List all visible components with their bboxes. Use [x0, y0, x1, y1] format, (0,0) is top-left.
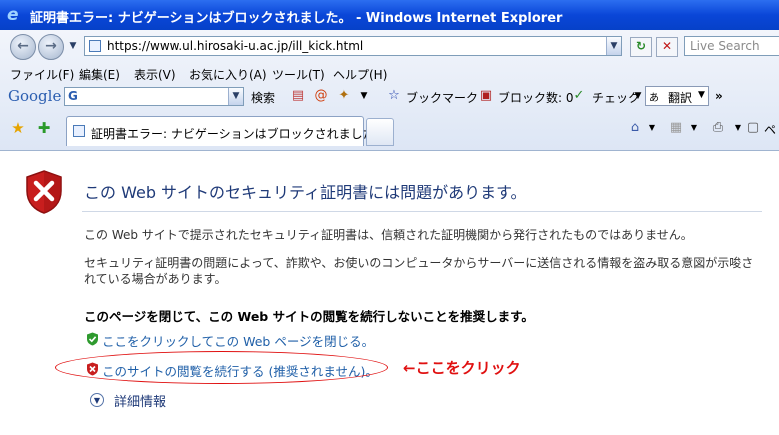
new-tab-button[interactable] — [366, 118, 394, 146]
google-toolbar: Google G ▼ 検索 ▤ @ ✦ ▼ ☆ ブックマーク ▣ ブロック数: … — [0, 84, 779, 110]
page-heading: この Web サイトのセキュリティ証明書には問題があります。 — [84, 183, 527, 202]
google-search-input[interactable]: G ▼ — [64, 87, 244, 106]
expand-chevron-icon[interactable]: ▼ — [90, 393, 104, 407]
warning-description: セキュリティ証明書の問題によって、詐欺や、お使いのコンピュータからサーバーに送信… — [84, 256, 754, 286]
google-search-dropdown-icon[interactable]: ▼ — [228, 88, 243, 105]
menu-help[interactable]: ヘルプ(H) — [333, 66, 387, 83]
window-title: 証明書エラー: ナビゲーションはブロックされました。 - Windows Int… — [30, 11, 563, 26]
spiral-icon[interactable]: @ — [313, 88, 329, 104]
page-menu-button[interactable]: ペ — [764, 121, 776, 138]
menu-favorites[interactable]: お気に入り(A) — [189, 66, 267, 83]
tab-page-icon — [73, 125, 85, 137]
stop-button[interactable]: ✕ — [656, 37, 678, 57]
google-g-icon: G — [68, 89, 78, 103]
google-logo: Google — [8, 87, 62, 105]
feeds-icon[interactable]: ▦ — [668, 120, 684, 136]
security-shield-icon — [26, 170, 62, 214]
tab-bar: ★ ✚ 証明書エラー: ナビゲーションはブロックされました。 ⌂ ▼ ▦ ▼ ⎙… — [0, 110, 779, 150]
green-shield-icon — [87, 332, 98, 346]
recommendation-text: このページを閉じて、この Web サイトの閲覧を続行しないことを推奨します。 — [84, 309, 534, 324]
translate-button[interactable]: あ 翻訳 ▼ — [645, 86, 709, 106]
star-icon[interactable]: ☆ — [386, 88, 402, 104]
menu-bar: ファイル(F) 編集(E) 表示(V) お気に入り(A) ツール(T) ヘルプ(… — [0, 64, 779, 84]
address-url: https://www.ul.hirosaki-u.ac.jp/ill_kick… — [107, 39, 364, 53]
puzzle-icon[interactable]: ✦ — [336, 88, 352, 104]
page-icon — [89, 40, 101, 52]
google-search-button[interactable]: 検索 — [251, 89, 275, 106]
translate-dropdown-icon: ▼ — [698, 90, 705, 100]
menu-view[interactable]: 表示(V) — [134, 66, 176, 83]
tab-title: 証明書エラー: ナビゲーションはブロックされました。 — [91, 127, 387, 141]
feeds-dropdown-icon[interactable]: ▼ — [686, 120, 702, 136]
page-content: この Web サイトのセキュリティ証明書には問題があります。 この Web サイ… — [0, 150, 779, 435]
toolbar-more-button[interactable]: » — [715, 89, 723, 103]
home-icon[interactable]: ⌂ — [627, 120, 643, 136]
favorites-star-icon[interactable]: ★ — [10, 120, 26, 136]
menu-edit[interactable]: 編集(E) — [79, 66, 120, 83]
history-dropdown-icon[interactable]: ▼ — [66, 37, 80, 55]
back-button[interactable]: ← — [10, 34, 36, 60]
address-row: ← → ▼ https://www.ul.hirosaki-u.ac.jp/il… — [0, 30, 779, 64]
popup-blocked-count[interactable]: ブロック数: 0 — [498, 89, 574, 106]
news-icon[interactable]: ▤ — [290, 88, 306, 104]
close-page-link[interactable]: ここをクリックしてこの Web ページを閉じる。 — [102, 331, 374, 350]
annotation-highlight-oval — [55, 351, 388, 384]
print-icon[interactable]: ⎙ — [710, 120, 726, 136]
title-bar: e 証明書エラー: ナビゲーションはブロックされました。 - Windows I… — [0, 0, 779, 30]
tab-current[interactable]: 証明書エラー: ナビゲーションはブロックされました。 — [66, 116, 387, 146]
translate-icon: あ — [649, 93, 659, 104]
print-dropdown-icon[interactable]: ▼ — [730, 120, 746, 136]
address-dropdown-icon[interactable]: ▼ — [606, 37, 621, 55]
certificate-issue-text: この Web サイトで提示されたセキュリティ証明書は、信頼された証明機関から発行… — [84, 228, 693, 242]
address-bar[interactable]: https://www.ul.hirosaki-u.ac.jp/ill_kick… — [84, 36, 622, 56]
more-information-link[interactable]: 詳細情報 — [114, 391, 166, 410]
home-dropdown-icon[interactable]: ▼ — [644, 120, 660, 136]
forward-button[interactable]: → — [38, 34, 64, 60]
annotation-text: ←ここをクリック — [403, 359, 521, 377]
menu-file[interactable]: ファイル(F) — [10, 66, 74, 83]
refresh-button[interactable]: ↻ — [630, 37, 652, 57]
search-input[interactable]: Live Search — [684, 36, 779, 56]
more-tools-dropdown-icon[interactable]: ▼ — [356, 88, 372, 104]
translate-label: 翻訳 — [668, 91, 693, 105]
add-favorites-icon[interactable]: ✚ — [36, 120, 52, 136]
check-dropdown-icon[interactable]: ▼ — [630, 88, 646, 104]
ie-logo-icon: e — [7, 5, 19, 25]
spellcheck-icon: ✓ — [573, 88, 585, 103]
popup-blocker-icon: ▣ — [479, 88, 493, 103]
bookmarks-button[interactable]: ブックマーク — [406, 89, 478, 106]
menu-tools[interactable]: ツール(T) — [272, 66, 325, 83]
page-menu-icon[interactable]: ▢ — [745, 120, 761, 136]
heading-divider — [82, 211, 762, 212]
